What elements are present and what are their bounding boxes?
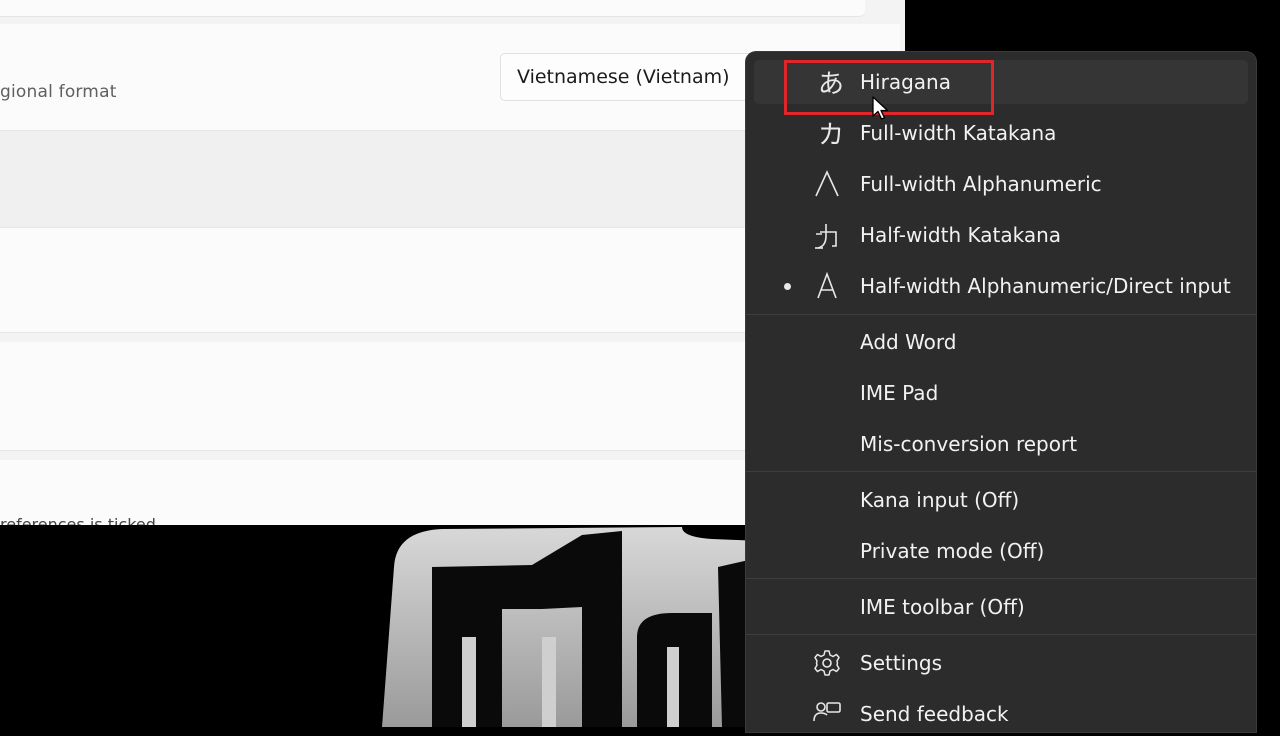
settings-card[interactable] xyxy=(0,342,760,451)
menu-item-add-word[interactable]: Add Word xyxy=(754,320,1248,364)
menu-item-label: Full-width Alphanumeric xyxy=(860,172,1102,196)
settings-card-top xyxy=(0,0,865,17)
menu-item-label: Half-width Alphanumeric/Direct input xyxy=(860,274,1231,298)
menu-item-send-feedback[interactable]: Send feedback xyxy=(754,692,1248,736)
menu-item-label: Mis-conversion report xyxy=(860,432,1078,456)
menu-item-label: Private mode (Off) xyxy=(860,539,1045,563)
ime-context-menu: あ Hiragana カ Full-width Katakana Full-wi… xyxy=(746,52,1256,732)
menu-item-label: IME toolbar (Off) xyxy=(860,595,1025,619)
menu-item-kana-input[interactable]: Kana input (Off) xyxy=(754,478,1248,522)
menu-item-label: Settings xyxy=(860,651,943,675)
menu-separator xyxy=(746,578,1256,579)
regional-format-dropdown[interactable]: Vietnamese (Vietnam) xyxy=(500,53,760,101)
menu-item-label: Add Word xyxy=(860,330,957,354)
menu-item-full-width-alphanumeric[interactable]: Full-width Alphanumeric xyxy=(754,162,1248,206)
alphanumeric-icon xyxy=(817,271,837,299)
alphanumeric-icon xyxy=(815,170,839,197)
gear-icon xyxy=(814,650,840,676)
menu-separator xyxy=(746,634,1256,635)
menu-item-private-mode[interactable]: Private mode (Off) xyxy=(754,529,1248,573)
menu-separator xyxy=(746,314,1256,315)
menu-item-full-width-katakana[interactable]: カ Full-width Katakana xyxy=(754,111,1248,155)
menu-item-label: Send feedback xyxy=(860,702,1009,726)
menu-item-half-width-katakana[interactable]: Half-width Katakana xyxy=(754,213,1248,257)
menu-item-half-width-alphanumeric[interactable]: Half-width Alphanumeric/Direct input xyxy=(754,264,1248,308)
half-width-katakana-icon xyxy=(815,224,837,249)
menu-item-label: Half-width Katakana xyxy=(860,223,1062,247)
mouse-cursor-icon xyxy=(872,96,889,120)
settings-card[interactable] xyxy=(0,228,760,333)
menu-separator xyxy=(746,471,1256,472)
brand-logo-image xyxy=(382,527,762,727)
katakana-icon: カ xyxy=(817,120,844,151)
selected-dot-icon xyxy=(784,283,791,290)
menu-item-settings[interactable]: Settings xyxy=(754,641,1248,685)
settings-card-hovered[interactable] xyxy=(0,131,760,228)
menu-item-label: Full-width Katakana xyxy=(860,121,1057,145)
menu-item-mis-conversion-report[interactable]: Mis-conversion report xyxy=(754,422,1248,466)
regional-format-label: gional format xyxy=(0,82,117,102)
menu-item-label: IME Pad xyxy=(860,381,939,405)
menu-item-label: Kana input (Off) xyxy=(860,488,1020,512)
settings-footnote: references is ticked xyxy=(0,515,156,525)
feedback-icon xyxy=(813,702,841,722)
menu-item-ime-toolbar[interactable]: IME toolbar (Off) xyxy=(754,585,1248,629)
menu-item-ime-pad[interactable]: IME Pad xyxy=(754,371,1248,415)
